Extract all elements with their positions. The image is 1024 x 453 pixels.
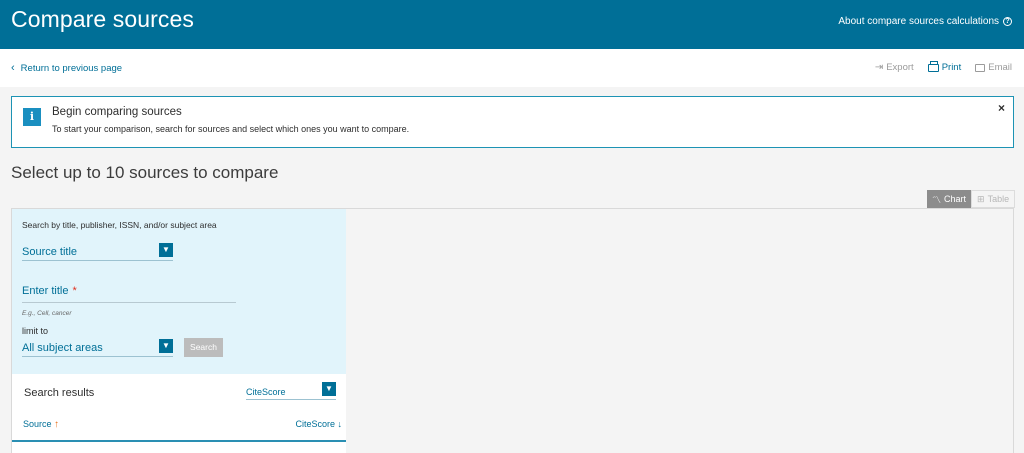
- search-button[interactable]: Search: [184, 338, 223, 357]
- info-icon: i: [23, 108, 41, 126]
- about-calculations-link[interactable]: About compare sources calculations ?: [838, 16, 1012, 27]
- print-label: Print: [941, 62, 962, 73]
- print-button[interactable]: Print: [927, 60, 962, 73]
- title-example: E.g., Cell, cancer: [22, 310, 72, 317]
- title-input[interactable]: Enter title *: [22, 285, 236, 303]
- print-icon: [927, 60, 939, 72]
- info-heading: Begin comparing sources: [52, 106, 182, 118]
- results-title: Search results: [24, 387, 95, 399]
- citescore-column-label: CiteScore: [295, 419, 335, 429]
- section-title: Select up to 10 sources to compare: [11, 163, 279, 182]
- required-marker: *: [72, 285, 77, 297]
- return-link-label: Return to previous page: [20, 62, 123, 74]
- table-view-button[interactable]: ⊞ Table: [971, 190, 1016, 208]
- export-label: Export: [886, 62, 914, 73]
- results-divider: [12, 440, 346, 442]
- search-type-value: Source title: [22, 246, 78, 258]
- chart-view-button[interactable]: 〽 Chart: [927, 190, 972, 208]
- search-results: Search results CiteScore ▼ Source ↑ Cite…: [12, 374, 346, 453]
- info-body: To start your comparison, search for sou…: [52, 124, 410, 134]
- metric-select[interactable]: CiteScore ▼: [246, 382, 336, 400]
- source-column-header[interactable]: Source ↑: [23, 419, 59, 430]
- page-header: Compare sources About compare sources ca…: [0, 0, 1024, 49]
- search-type-select[interactable]: Source title ▼: [22, 240, 173, 261]
- table-icon: ⊞: [977, 193, 985, 204]
- subject-area-value: All subject areas: [22, 342, 103, 354]
- search-hint: Search by title, publisher, ISSN, and/or…: [22, 220, 217, 230]
- chevron-left-icon: ‹: [11, 62, 15, 74]
- toolbar-actions: ⇥ Export Print Email: [875, 60, 1012, 73]
- help-icon: ?: [1003, 17, 1012, 26]
- subject-area-select[interactable]: All subject areas ▼: [22, 337, 173, 357]
- toolbar: ‹ Return to previous page ⇥ Export Print…: [0, 49, 1024, 87]
- citescore-column-header[interactable]: CiteScore ↓: [295, 419, 342, 429]
- chevron-down-icon: ▼: [159, 243, 173, 257]
- limit-label: limit to: [22, 326, 49, 336]
- metric-value: CiteScore: [246, 387, 286, 397]
- export-button[interactable]: ⇥ Export: [875, 62, 914, 73]
- page-title: Compare sources: [11, 6, 195, 32]
- return-link[interactable]: ‹ Return to previous page: [11, 62, 122, 74]
- title-placeholder: Enter title: [22, 285, 69, 297]
- table-view-label: Table: [987, 194, 1010, 204]
- view-toggle: 〽 Chart ⊞ Table: [927, 190, 1016, 208]
- chevron-down-icon: ▼: [322, 382, 336, 396]
- email-button[interactable]: Email: [975, 62, 1012, 73]
- info-banner: i Begin comparing sources To start your …: [11, 96, 1014, 148]
- chart-view-label: Chart: [944, 194, 967, 204]
- chevron-down-icon: ▼: [159, 339, 173, 353]
- sort-down-icon: ↓: [337, 419, 343, 429]
- sort-up-icon: ↑: [54, 419, 60, 430]
- export-icon: ⇥: [874, 62, 884, 73]
- close-icon[interactable]: ×: [998, 101, 1005, 115]
- source-column-label: Source: [23, 419, 52, 429]
- email-icon: [975, 63, 986, 72]
- about-calculations-label: About compare sources calculations: [838, 16, 999, 27]
- search-panel: Search by title, publisher, ISSN, and/or…: [12, 209, 346, 374]
- chart-icon: 〽: [932, 194, 942, 205]
- email-label: Email: [988, 62, 1012, 73]
